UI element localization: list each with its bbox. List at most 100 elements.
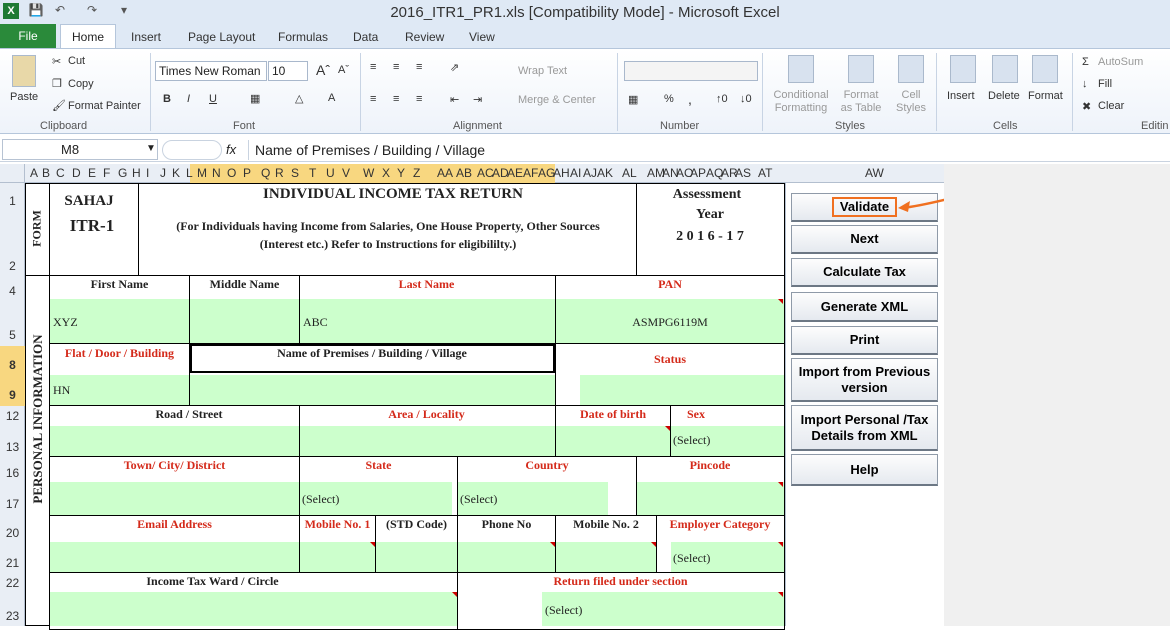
row-header-5[interactable]: 5 — [0, 328, 25, 342]
decrease-decimal-icon[interactable]: ↓0 — [740, 93, 752, 105]
column-header-q[interactable]: Q — [261, 166, 270, 180]
column-header-y[interactable]: Y — [397, 166, 405, 180]
autosum-icon[interactable]: Σ — [1082, 56, 1089, 68]
align-bottom-icon[interactable]: ≡ — [416, 61, 422, 73]
decrease-indent-icon[interactable]: ⇤ — [450, 93, 459, 106]
shrink-font-icon[interactable]: Aˇ — [338, 64, 349, 76]
middle-name-input[interactable] — [190, 299, 299, 343]
orientation-icon[interactable]: ⇗ — [450, 61, 459, 74]
font-name-dropdown[interactable]: Times New Roman — [155, 61, 267, 81]
align-left-icon[interactable]: ≡ — [370, 93, 376, 105]
column-header-c[interactable]: C — [56, 166, 65, 180]
column-header-f[interactable]: F — [103, 166, 110, 180]
town-input[interactable] — [50, 482, 299, 515]
conditional-formatting-icon[interactable] — [788, 55, 814, 83]
fill-icon[interactable]: ↓ — [1082, 78, 1088, 90]
column-header-b[interactable]: B — [42, 166, 50, 180]
column-header-u[interactable]: U — [326, 166, 335, 180]
fill-button[interactable]: Fill — [1098, 78, 1112, 90]
column-header-n[interactable]: N — [212, 166, 221, 180]
clear-icon[interactable]: ✖ — [1082, 100, 1091, 113]
formula-input[interactable]: Name of Premises / Building / Village — [248, 140, 1168, 160]
insert-function-button[interactable]: fx — [226, 142, 236, 157]
column-header-m[interactable]: M — [197, 166, 207, 180]
wrap-text-button[interactable]: Wrap Text — [518, 65, 567, 77]
column-header-x[interactable]: X — [382, 166, 390, 180]
area-input[interactable] — [300, 426, 555, 456]
cut-button[interactable]: Cut — [68, 55, 85, 67]
column-header-ah[interactable]: AH — [553, 166, 570, 180]
name-box[interactable]: M8 — [2, 139, 158, 160]
row-header-21[interactable]: 21 — [0, 556, 25, 570]
underline-button[interactable]: U — [209, 93, 217, 105]
column-header-i[interactable]: I — [146, 166, 149, 180]
borders-icon[interactable]: ▦ — [250, 92, 260, 105]
row-header-9[interactable]: 9 — [0, 388, 25, 402]
column-header-r[interactable]: R — [275, 166, 284, 180]
column-header-e[interactable]: E — [88, 166, 96, 180]
column-header-aa[interactable]: AA — [437, 166, 453, 180]
column-header-z[interactable]: Z — [413, 166, 420, 180]
column-header-h[interactable]: H — [132, 166, 141, 180]
column-header-s[interactable]: S — [291, 166, 299, 180]
cell-styles-icon[interactable] — [898, 55, 924, 83]
std-code-input[interactable] — [376, 542, 457, 572]
road-input[interactable] — [50, 426, 299, 456]
name-box-dropdown-icon[interactable]: ▼ — [146, 143, 156, 154]
flat-input[interactable] — [50, 375, 189, 405]
phone-input[interactable] — [458, 542, 555, 572]
insert-cells-button[interactable]: Insert — [947, 90, 975, 102]
column-header-ab[interactable]: AB — [456, 166, 472, 180]
tab-view[interactable]: View — [469, 30, 495, 44]
column-header-af[interactable]: AF — [523, 166, 538, 180]
row-header-23[interactable]: 23 — [0, 609, 25, 623]
column-header-l[interactable]: L — [186, 166, 193, 180]
column-header-ak[interactable]: AK — [597, 166, 613, 180]
row-header-12[interactable]: 12 — [0, 409, 25, 423]
column-header-aj[interactable]: AJ — [583, 166, 597, 180]
format-as-table-button[interactable]: Format as Table — [838, 89, 884, 115]
percent-button[interactable]: % — [664, 93, 674, 105]
tab-insert[interactable]: Insert — [131, 30, 161, 44]
comma-button[interactable]: , — [688, 91, 692, 107]
format-cells-button[interactable]: Format — [1028, 90, 1063, 102]
row-header-13[interactable]: 13 — [0, 440, 25, 454]
format-cells-icon[interactable] — [1032, 55, 1058, 83]
tab-review[interactable]: Review — [405, 30, 444, 44]
increase-indent-icon[interactable]: ⇥ — [473, 93, 482, 106]
row-header-17[interactable]: 17 — [0, 497, 25, 511]
merge-center-button[interactable]: Merge & Center — [518, 94, 596, 106]
calculate-tax-button[interactable]: Calculate Tax — [791, 258, 938, 287]
copy-button[interactable]: Copy — [68, 78, 94, 90]
dob-input[interactable] — [556, 426, 670, 456]
column-header-al[interactable]: AL — [622, 166, 637, 180]
tab-formulas[interactable]: Formulas — [278, 30, 328, 44]
align-right-icon[interactable]: ≡ — [416, 93, 422, 105]
clear-button[interactable]: Clear — [1098, 100, 1124, 112]
pincode-input[interactable] — [637, 482, 784, 515]
next-button[interactable]: Next — [791, 225, 938, 254]
column-header-ai[interactable]: AI — [570, 166, 581, 180]
column-header-t[interactable]: T — [309, 166, 316, 180]
column-header-j[interactable]: J — [160, 166, 166, 180]
copy-icon[interactable]: ❐ — [52, 77, 62, 90]
tab-page-layout[interactable]: Page Layout — [188, 30, 255, 44]
align-center-icon[interactable]: ≡ — [393, 93, 399, 105]
format-as-table-icon[interactable] — [848, 55, 874, 83]
align-middle-icon[interactable]: ≡ — [393, 61, 399, 73]
last-name-input[interactable] — [300, 299, 555, 343]
column-header-o[interactable]: O — [227, 166, 236, 180]
print-button[interactable]: Print — [791, 326, 938, 355]
generate-xml-button[interactable]: Generate XML — [791, 292, 938, 322]
status-input[interactable] — [580, 375, 784, 405]
column-header-d[interactable]: D — [72, 166, 81, 180]
column-header-a[interactable]: A — [30, 166, 38, 180]
italic-button[interactable]: I — [187, 93, 190, 105]
row-header-8[interactable]: 8 — [0, 358, 25, 372]
row-header-16[interactable]: 16 — [0, 466, 25, 480]
column-header-ae[interactable]: AE — [507, 166, 523, 180]
format-painter-icon[interactable]: 🖌 — [52, 99, 66, 112]
help-button[interactable]: Help — [791, 454, 938, 486]
import-previous-version-button[interactable]: Import from Previous version — [791, 358, 938, 402]
row-header-2[interactable]: 2 — [0, 259, 25, 273]
